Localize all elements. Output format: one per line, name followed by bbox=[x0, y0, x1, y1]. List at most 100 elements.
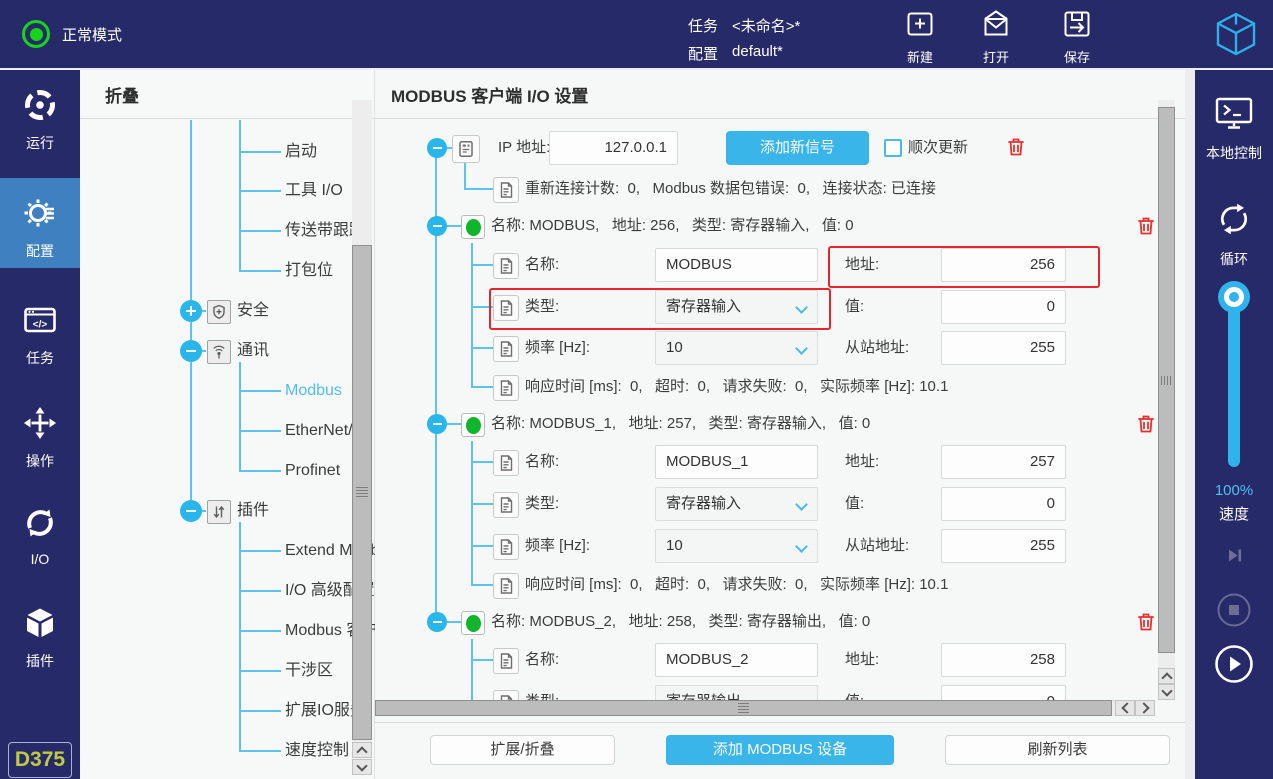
nav-item-run[interactable]: 运行 bbox=[0, 88, 80, 153]
tree-item-profinet[interactable]: Profinet bbox=[285, 456, 340, 486]
save-button[interactable]: 保存 bbox=[1046, 8, 1108, 66]
tree-header[interactable]: 折叠 bbox=[105, 80, 139, 114]
expander-safety[interactable] bbox=[180, 300, 202, 322]
delete-device-icon[interactable] bbox=[1005, 136, 1027, 158]
nav-item-config[interactable]: 配置 bbox=[0, 196, 80, 261]
tree-item-startup[interactable]: 启动 bbox=[285, 137, 317, 167]
open-icon bbox=[980, 27, 1012, 44]
chevron-down-icon bbox=[795, 540, 808, 553]
save-icon bbox=[1061, 27, 1093, 44]
new-button[interactable]: 新建 bbox=[889, 8, 951, 66]
local-control-button[interactable]: 本地控制 bbox=[1195, 96, 1273, 163]
nav-item-io[interactable]: I/O bbox=[0, 506, 80, 567]
signal-summary: 名称: MODBUS_1, 地址: 257, 类型: 寄存器输入, 值: 0 bbox=[491, 407, 870, 441]
name-label: 名称: bbox=[525, 248, 559, 282]
nav-task-label: 任务 bbox=[26, 348, 54, 368]
tree-scroll-down-button[interactable] bbox=[352, 759, 372, 775]
slave-address-input[interactable]: 255 bbox=[941, 529, 1066, 563]
frequency-dropdown[interactable]: 10 bbox=[655, 331, 818, 365]
slave-address-label: 从站地址: bbox=[845, 529, 909, 563]
io-swap-icon bbox=[23, 506, 57, 545]
signal-stats: 响应时间 [ms]: 0, 超时: 0, 请求失败: 0, 实际频率 [Hz]:… bbox=[525, 370, 948, 404]
slave-address-label: 从站地址: bbox=[845, 331, 909, 365]
collapse-signal-button[interactable] bbox=[427, 612, 447, 632]
modbus-settings-panel: MODBUS 客户端 I/O 设置 IP 地址: 127.0.0.1 添加新信号… bbox=[375, 70, 1185, 779]
speed-label: 速度 bbox=[1195, 503, 1273, 524]
scroll-right-button[interactable] bbox=[1135, 700, 1155, 716]
value-input[interactable]: 0 bbox=[941, 290, 1066, 324]
name-input[interactable]: MODBUS bbox=[655, 248, 818, 282]
signal-summary: 名称: MODBUS, 地址: 256, 类型: 寄存器输入, 值: 0 bbox=[491, 209, 854, 243]
doc-icon bbox=[493, 648, 519, 674]
slave-address-input[interactable]: 255 bbox=[941, 331, 1066, 365]
tree-item-tool-io[interactable]: 工具 I/O bbox=[285, 176, 343, 206]
tree-item-modbus[interactable]: Modbus bbox=[285, 376, 342, 406]
expand-collapse-button[interactable]: 扩展/折叠 bbox=[430, 735, 615, 765]
tree-scrollbar-thumb[interactable] bbox=[352, 245, 372, 740]
signal-status-icon bbox=[461, 413, 485, 437]
scroll-up-button[interactable] bbox=[1158, 668, 1175, 684]
tree-item-interference[interactable]: 干涉区 bbox=[285, 656, 333, 686]
v-scrollbar-thumb[interactable] bbox=[1158, 107, 1175, 653]
scroll-down-button[interactable] bbox=[1158, 684, 1175, 700]
value-label: 值: bbox=[845, 487, 864, 521]
stop-button[interactable] bbox=[1217, 593, 1251, 632]
nav-item-task[interactable]: </> 任务 bbox=[0, 303, 80, 368]
add-signal-button[interactable]: 添加新信号 bbox=[726, 131, 869, 165]
nav-item-operate[interactable]: 操作 bbox=[0, 406, 80, 471]
local-control-terminal-icon bbox=[1214, 96, 1254, 137]
run-icon bbox=[23, 88, 57, 127]
ip-input[interactable]: 127.0.0.1 bbox=[549, 131, 678, 165]
step-button[interactable] bbox=[1217, 539, 1251, 578]
type-label: 类型: bbox=[525, 487, 559, 521]
loop-button[interactable]: 循环 bbox=[1195, 200, 1273, 269]
play-button[interactable] bbox=[1214, 644, 1254, 689]
address-highlight-box bbox=[828, 246, 1100, 288]
expander-comm[interactable] bbox=[180, 340, 202, 362]
delete-signal-icon[interactable] bbox=[1135, 413, 1157, 435]
h-scrollbar-thumb[interactable] bbox=[375, 700, 1112, 716]
delete-signal-icon[interactable] bbox=[1135, 215, 1157, 237]
tree-scroll-up-button[interactable] bbox=[352, 742, 372, 758]
address-input[interactable]: 258 bbox=[941, 643, 1066, 677]
expander-plugin[interactable] bbox=[180, 500, 202, 522]
sequential-update-checkbox[interactable] bbox=[884, 139, 902, 157]
tree-header-divider bbox=[80, 118, 374, 119]
scroll-left-button[interactable] bbox=[1115, 700, 1135, 716]
tree-item-comm[interactable]: 通讯 bbox=[237, 336, 269, 366]
doc-icon bbox=[493, 450, 519, 476]
doc-icon bbox=[493, 177, 519, 203]
speed-slider-track[interactable] bbox=[1228, 297, 1240, 467]
new-file-icon bbox=[904, 27, 936, 44]
collapse-signal-button[interactable] bbox=[427, 414, 447, 434]
chevron-down-icon bbox=[795, 498, 808, 511]
frequency-dropdown[interactable]: 10 bbox=[655, 529, 818, 563]
move-arrows-icon bbox=[23, 406, 57, 445]
open-button[interactable]: 打开 bbox=[965, 8, 1027, 66]
tree-line bbox=[239, 522, 241, 751]
tree-item-packing[interactable]: 打包位 bbox=[285, 256, 333, 286]
speed-slider-knob[interactable] bbox=[1218, 281, 1250, 313]
doc-icon bbox=[493, 336, 519, 362]
name-input[interactable]: MODBUS_2 bbox=[655, 643, 818, 677]
plugin-cube-icon bbox=[23, 606, 57, 645]
settings-gear-icon bbox=[23, 196, 57, 235]
name-input[interactable]: MODBUS_1 bbox=[655, 445, 818, 479]
nav-io-label: I/O bbox=[31, 551, 50, 567]
type-dropdown[interactable]: 寄存器输入 bbox=[655, 487, 818, 521]
value-input[interactable]: 0 bbox=[941, 487, 1066, 521]
page-title: MODBUS 客户端 I/O 设置 bbox=[391, 80, 588, 114]
add-modbus-device-button[interactable]: 添加 MODBUS 设备 bbox=[666, 735, 894, 765]
nav-item-plugin[interactable]: 插件 bbox=[0, 606, 80, 671]
delete-signal-icon[interactable] bbox=[1135, 611, 1157, 633]
frequency-label: 频率 [Hz]: bbox=[525, 331, 590, 365]
address-input[interactable]: 257 bbox=[941, 445, 1066, 479]
nav-plugin-label: 插件 bbox=[26, 651, 54, 671]
collapse-signal-button[interactable] bbox=[427, 216, 447, 236]
tree-item-speed-control[interactable]: 速度控制 bbox=[285, 736, 349, 766]
tree-item-safety[interactable]: 安全 bbox=[237, 296, 269, 326]
tree-item-plugin[interactable]: 插件 bbox=[237, 496, 269, 526]
refresh-list-button[interactable]: 刷新列表 bbox=[945, 735, 1170, 765]
new-button-label: 新建 bbox=[889, 47, 951, 66]
collapse-device-button[interactable] bbox=[427, 138, 447, 158]
